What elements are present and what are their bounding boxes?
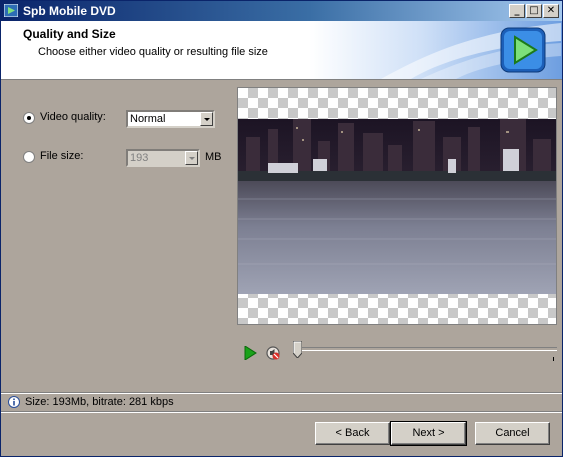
video-quality-select[interactable]: Normal xyxy=(126,110,215,128)
preview-frame-image xyxy=(238,119,556,294)
video-quality-radio[interactable] xyxy=(23,112,35,124)
window-title: Spb Mobile DVD xyxy=(23,4,116,18)
seek-slider-track[interactable] xyxy=(297,347,557,351)
page-title: Quality and Size xyxy=(23,27,116,41)
chevron-down-icon[interactable] xyxy=(185,151,198,165)
video-preview xyxy=(237,87,557,325)
play-icon[interactable] xyxy=(244,346,257,360)
status-text: Size: 193Mb, bitrate: 281 kbps xyxy=(25,396,174,408)
file-size-unit: MB xyxy=(205,151,222,163)
wizard-window: Spb Mobile DVD _ □ ✕ Quality and Size Ch… xyxy=(0,0,563,457)
status-bar: Size: 193Mb, bitrate: 281 kbps xyxy=(1,392,562,411)
chevron-down-icon[interactable] xyxy=(200,112,213,126)
slider-end-tick xyxy=(553,357,554,361)
button-separator xyxy=(1,411,562,413)
mute-icon[interactable] xyxy=(265,345,281,361)
dvd-play-icon xyxy=(500,27,546,73)
file-size-select[interactable]: 193 xyxy=(126,149,200,167)
maximize-button[interactable]: □ xyxy=(526,4,542,18)
title-bar[interactable]: Spb Mobile DVD _ □ ✕ xyxy=(1,1,562,21)
seek-slider-thumb[interactable] xyxy=(293,341,302,358)
video-quality-label: Video quality: xyxy=(40,111,106,123)
video-quality-value: Normal xyxy=(130,113,166,125)
page-subtitle: Choose either video quality or resulting… xyxy=(38,46,268,58)
back-button[interactable]: < Back xyxy=(315,422,390,445)
file-size-radio[interactable] xyxy=(23,151,35,163)
cancel-button[interactable]: Cancel xyxy=(475,422,550,445)
minimize-button[interactable]: _ xyxy=(509,4,525,18)
next-button[interactable]: Next > xyxy=(390,421,467,446)
file-size-value: 193 xyxy=(130,152,149,164)
file-size-label: File size: xyxy=(40,150,84,162)
info-icon xyxy=(8,396,20,408)
app-icon xyxy=(4,4,18,17)
wizard-header: Quality and Size Choose either video qua… xyxy=(1,21,562,80)
close-button[interactable]: ✕ xyxy=(543,4,559,18)
